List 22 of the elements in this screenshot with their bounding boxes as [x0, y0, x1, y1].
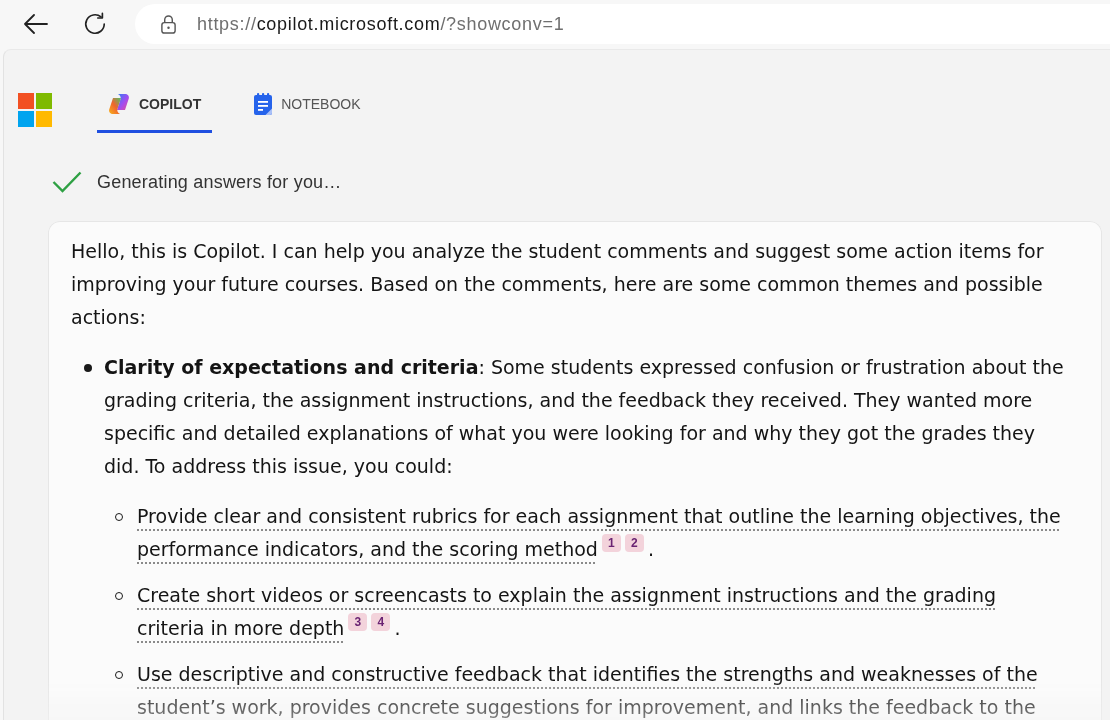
refresh-icon[interactable] [83, 12, 107, 36]
url-text: https://copilot.microsoft.com/?showconv=1 [197, 13, 565, 35]
bullet-icon [84, 363, 92, 372]
lock-icon [160, 13, 177, 35]
suggestion-text: Use descriptive and constructive feedback that identifies the strengths and weaknesses of the student’s work, provides concrete suggestions for improvement, and links the feedback to the [137, 662, 1039, 720]
citation-badge[interactable]: 2 [624, 534, 644, 552]
tab[interactable]: NOTEBOOK [243, 80, 372, 133]
check-icon [52, 171, 82, 193]
back-icon[interactable] [24, 14, 48, 34]
notepad-icon [254, 93, 273, 115]
citation-badge[interactable]: 1 [601, 534, 621, 552]
tab[interactable]: COPILOT [97, 80, 213, 133]
grid-logo-icon[interactable] [18, 93, 52, 127]
swirl-logo-icon [108, 93, 130, 115]
suggestion-text: Create short videos or screencasts to explain the assignment instructions and the grading criteria in more depth 3 4 . [137, 583, 997, 641]
suggestion-text: Provide clear and consistent rubrics for each assignment that outline the learning objectives, the performance indicators, and the scoring method 1 2 . [137, 504, 1062, 562]
citation-badge[interactable]: 3 [348, 613, 368, 631]
address-field[interactable]: https://copilot.microsoft.com/?showconv=1 [135, 4, 1110, 44]
bullet-text: Clarity of expectations and criteria: Some students expressed confusion or frustration about the grading criteria, the assignment instructions, and the feedback they received. They wanted more specific and detailed explanations of what you were looking for and why they got the grades they did. To address this issue, you could: [104, 356, 1064, 477]
status-text: Generating answers for you… [97, 171, 342, 193]
message-text: Hello, this is Copilot. I can help you analyze the student comments and suggest some action items for improving your future courses. Based on the comments, here are some common themes and possible actions: [71, 239, 1045, 330]
citation-badge[interactable]: 4 [371, 613, 391, 631]
